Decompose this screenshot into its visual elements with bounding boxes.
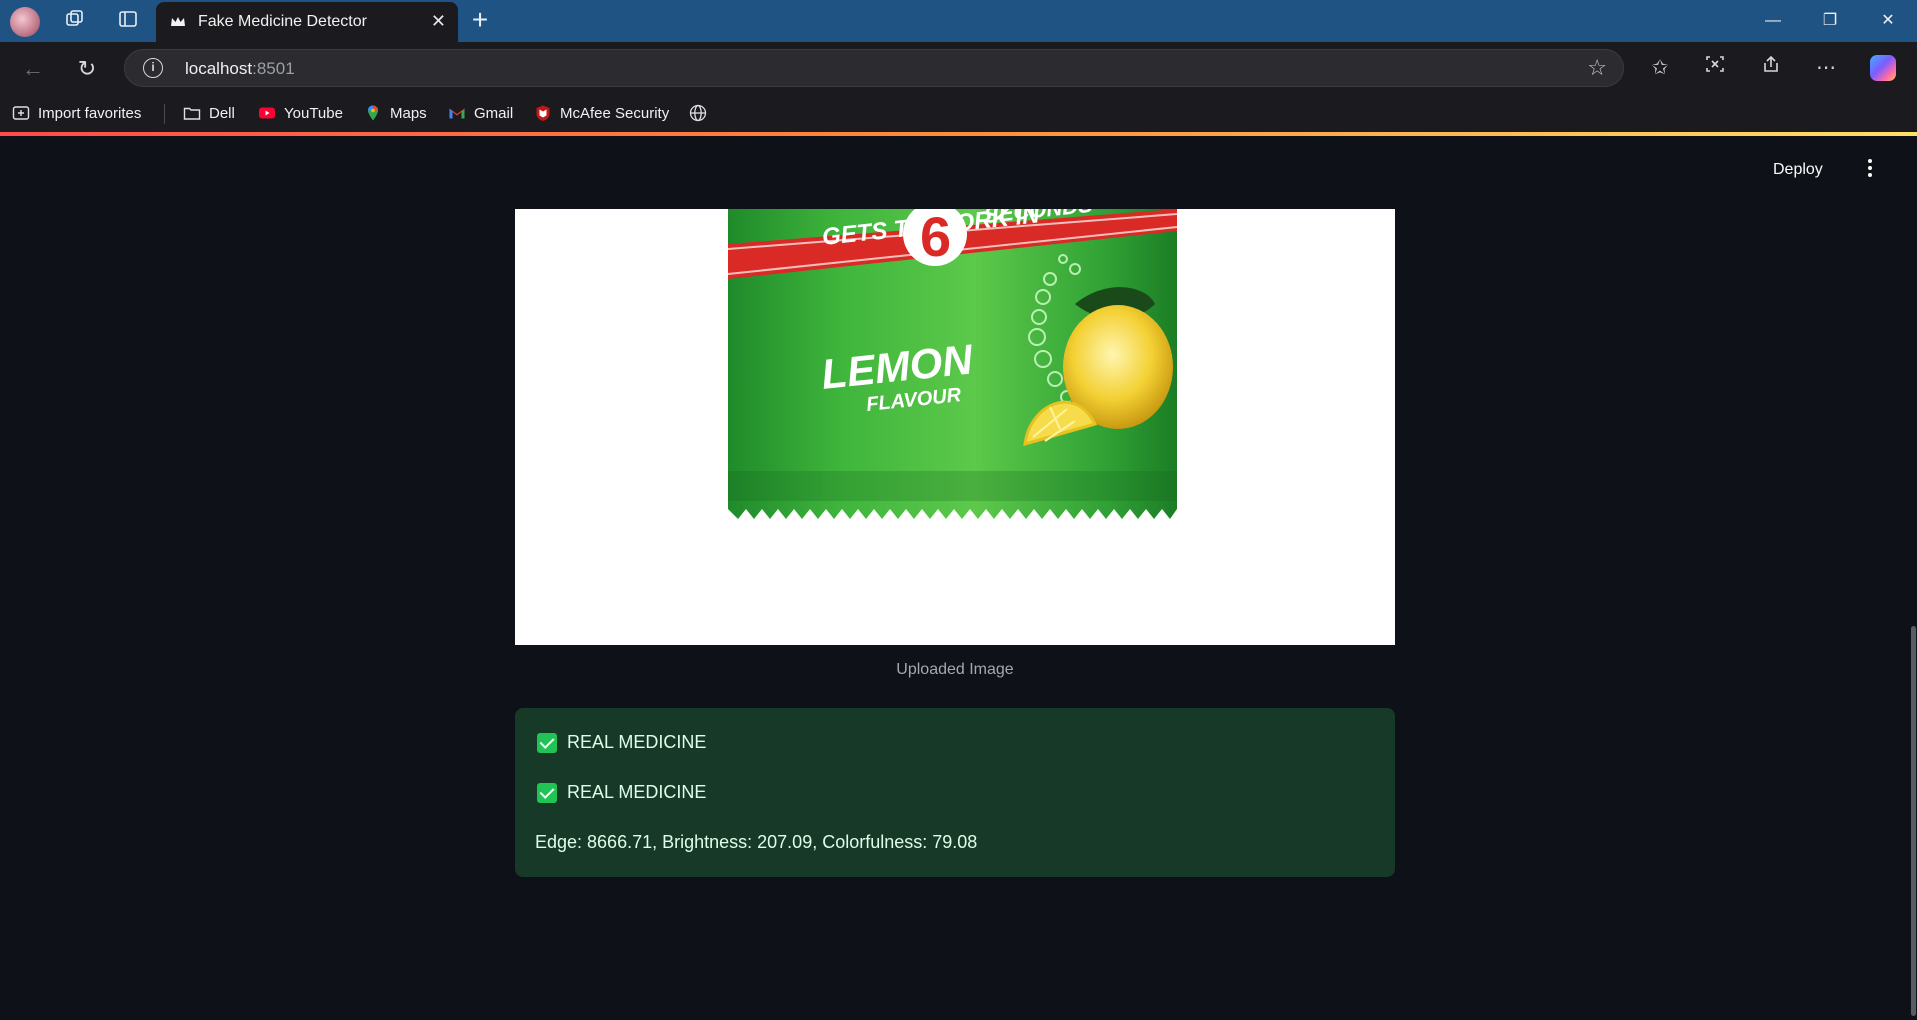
screenshot-icon[interactable] — [1698, 51, 1732, 85]
browser-titlebar: Fake Medicine Detector ✕ + ― ❐ ✕ — [0, 0, 1917, 42]
import-favorites-icon — [12, 106, 30, 120]
streamlit-app: Deploy GETS WORK IN 6 SECONDS LEMON FLAV… — [0, 136, 1917, 1020]
medicine-sachet-image: GETS TO WORK IN 6 SECONDS LEMON FLAVOUR — [727, 209, 1178, 519]
close-window-button[interactable]: ✕ — [1868, 6, 1908, 36]
fav-gmail[interactable]: Gmail — [448, 100, 513, 126]
workspaces-icon[interactable] — [62, 9, 88, 33]
minimize-button[interactable]: ― — [1753, 6, 1793, 36]
youtube-icon — [259, 107, 275, 119]
deploy-button[interactable]: Deploy — [1773, 161, 1823, 179]
address-bar[interactable]: i localhost:8501 ☆ — [124, 49, 1624, 87]
result-line-2: REAL MEDICINE — [537, 782, 706, 803]
tab-actions-icon[interactable] — [115, 9, 141, 33]
site-info-icon[interactable]: i — [143, 58, 163, 78]
mcafee-icon — [536, 105, 550, 121]
more-options-icon[interactable]: ⋯ — [1809, 51, 1843, 85]
banner-number: 6 — [920, 209, 951, 268]
fav-mcafee-security[interactable]: McAfee Security — [534, 100, 669, 126]
page-scrollbar[interactable] — [1911, 626, 1916, 1016]
add-favorite-star-icon[interactable]: ☆ — [1587, 55, 1607, 81]
streamlit-crown-icon — [171, 17, 185, 26]
fav-globe[interactable] — [689, 100, 707, 126]
fav-youtube[interactable]: YouTube — [258, 100, 343, 126]
maps-pin-icon — [368, 105, 378, 121]
folder-icon — [183, 107, 201, 120]
refresh-button[interactable]: ↻ — [70, 52, 104, 86]
favorites-divider — [164, 104, 165, 124]
uploaded-image: GETS TO WORK IN 6 SECONDS LEMON FLAVOUR — [515, 209, 1395, 645]
success-alert: REAL MEDICINE REAL MEDICINE Edge: 8666.7… — [515, 708, 1395, 877]
profile-avatar[interactable] — [10, 7, 40, 37]
browser-toolbar: ← ↻ i localhost:8501 ☆ ✩ ⋯ — [0, 42, 1917, 94]
gmail-icon — [449, 108, 465, 119]
analysis-metrics: Edge: 8666.71, Brightness: 207.09, Color… — [535, 832, 978, 852]
globe-icon — [689, 104, 707, 122]
fav-maps[interactable]: Maps — [364, 100, 427, 126]
main-menu-icon[interactable] — [1862, 156, 1878, 182]
restore-button[interactable]: ❐ — [1810, 6, 1850, 36]
result-line-1: REAL MEDICINE — [537, 732, 706, 753]
check-mark-icon — [537, 732, 557, 753]
tab-fake-medicine-detector[interactable]: Fake Medicine Detector ✕ — [156, 2, 458, 42]
check-mark-icon — [537, 782, 557, 803]
favorites-icon[interactable]: ✩ — [1643, 51, 1677, 85]
copilot-icon[interactable] — [1870, 55, 1896, 81]
favorites-bar: Import favorites Dell YouTube Maps Gmail… — [0, 94, 1917, 132]
fav-import-favorites[interactable]: Import favorites — [12, 100, 141, 126]
fav-dell[interactable]: Dell — [183, 100, 235, 126]
tab-title: Fake Medicine Detector — [198, 13, 367, 30]
back-button[interactable]: ← — [16, 52, 50, 86]
url-text: localhost:8501 — [185, 59, 295, 78]
image-caption: Uploaded Image — [896, 661, 1014, 678]
close-tab-icon[interactable]: ✕ — [431, 11, 446, 32]
share-icon[interactable] — [1754, 51, 1788, 85]
new-tab-button[interactable]: + — [466, 6, 494, 35]
